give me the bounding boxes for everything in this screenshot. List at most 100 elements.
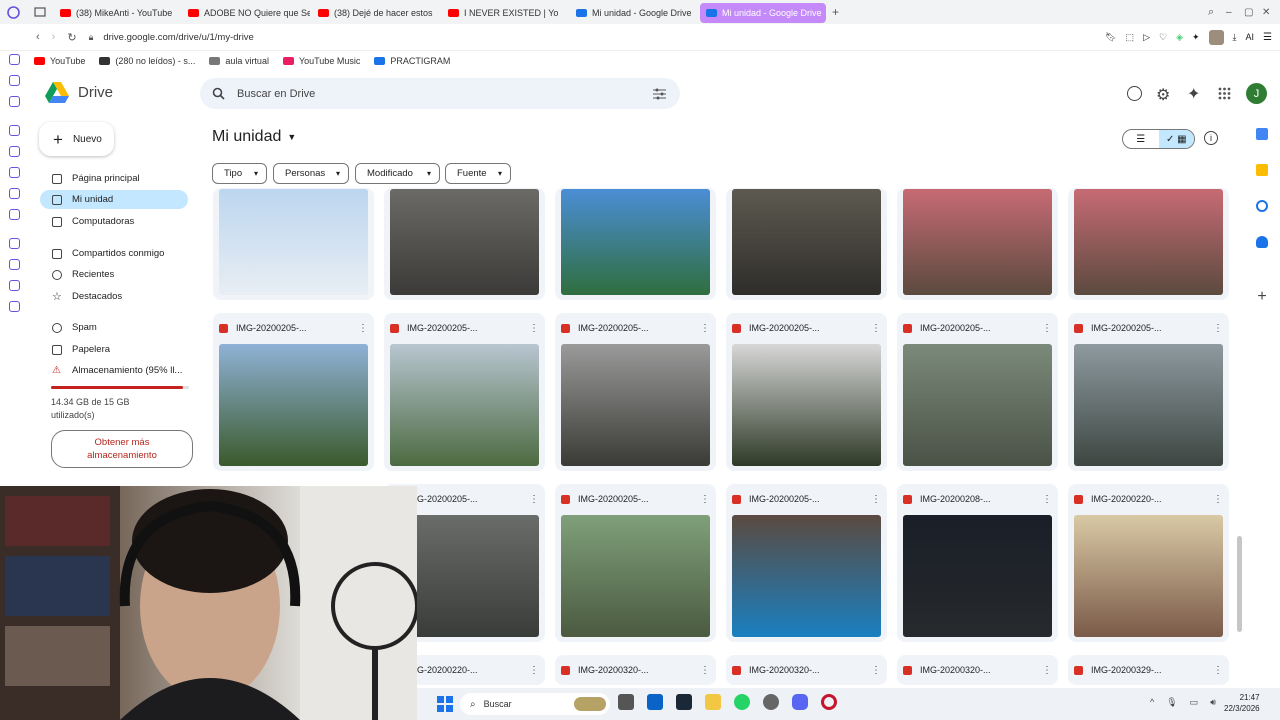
sidebar-item-computers[interactable]: Computadoras (40, 212, 188, 231)
history-icon[interactable] (8, 54, 20, 65)
more-actions-icon[interactable]: ⋮ (529, 665, 539, 676)
search-options-icon[interactable] (653, 88, 666, 100)
file-thumbnail[interactable] (1074, 515, 1223, 637)
volume-icon[interactable]: 🔊︎ (1210, 697, 1216, 708)
file-thumbnail[interactable] (219, 189, 368, 295)
scrollbar-thumb[interactable] (1237, 536, 1242, 632)
bookmark-item[interactable]: (280 no leídos) - s... (99, 56, 195, 66)
file-card[interactable]: IMG-20200205-... ⋮ (213, 313, 374, 471)
browser-menu-dots-icon[interactable]: ☰ (1263, 32, 1272, 43)
new-button[interactable]: + Nuevo (39, 122, 114, 156)
discord-icon[interactable] (792, 694, 808, 710)
sidebar-item-starred[interactable]: ☆ Destacados (40, 287, 188, 306)
calendar-icon[interactable] (1256, 128, 1268, 140)
bookmark-item[interactable]: YouTube (34, 56, 85, 66)
page-title[interactable]: Mi unidad ▼ (212, 128, 296, 146)
list-view-icon[interactable]: ☰ (1123, 130, 1159, 148)
screenshot-icon[interactable]: ⬚ (1126, 32, 1135, 43)
file-thumbnail[interactable] (390, 344, 539, 466)
file-explorer-icon[interactable] (705, 694, 721, 710)
sidebar-item-trash[interactable]: Papelera (40, 340, 188, 359)
help-icon[interactable] (1127, 86, 1142, 101)
steam-icon[interactable] (676, 694, 692, 710)
bookmark-icon[interactable]: 🔖︎ (1105, 32, 1116, 43)
url-text[interactable]: drive.google.com/drive/u/1/my-drive (103, 32, 253, 43)
browser-tab[interactable]: (38) MikeAnti - YouTube (54, 3, 180, 23)
browser-menu-icon[interactable] (0, 2, 26, 22)
profile-photo[interactable] (1208, 29, 1224, 45)
more-actions-icon[interactable]: ⋮ (1213, 323, 1223, 334)
file-card[interactable]: IMG-20200329-... ⋮ (1068, 655, 1229, 685)
reload-icon[interactable]: ↻ (67, 31, 76, 44)
gemini-icon[interactable]: ✦ (1187, 84, 1200, 104)
browser-tab[interactable]: Mi unidad - Google Drive (700, 3, 826, 23)
bookmark-item[interactable]: PRACTIGRAM (374, 56, 450, 66)
mic-icon[interactable]: 🎙︎ (1166, 697, 1177, 708)
task-view-icon[interactable] (618, 694, 634, 710)
puzzle-icon[interactable]: ✦ (1192, 32, 1200, 43)
tasks-icon[interactable] (1256, 200, 1268, 212)
file-card[interactable]: IMG-20200320-... ⋮ (897, 655, 1058, 685)
grid-view-icon[interactable]: ✓ ▦ (1158, 130, 1194, 148)
more-actions-icon[interactable]: ⋮ (529, 323, 539, 334)
file-card[interactable]: IMG-20200320-... ⋮ (726, 655, 887, 685)
search-bar[interactable]: Buscar en Drive (200, 78, 680, 109)
file-card[interactable] (213, 188, 374, 300)
drive-logo[interactable]: Drive (45, 82, 113, 103)
file-thumbnail[interactable] (561, 189, 710, 295)
file-card[interactable] (555, 188, 716, 300)
add-addon-icon[interactable]: + (1244, 288, 1280, 306)
sidebar-item-my-drive[interactable]: Mi unidad (40, 190, 188, 209)
more-actions-icon[interactable]: ⋮ (700, 665, 710, 676)
collections-icon[interactable] (8, 75, 20, 86)
browser-tab[interactable]: Mi unidad - Google Drive (570, 3, 698, 23)
taskbar-clock[interactable]: 21:47 22/3/2026 (1224, 692, 1260, 714)
browser-tab[interactable]: ADOBE NO Quiere que Se (182, 3, 310, 23)
filter-chip[interactable]: Fuente ▾ (445, 163, 511, 184)
more-actions-icon[interactable]: ⋮ (1213, 494, 1223, 505)
close-window-icon[interactable]: ✕ (1262, 7, 1280, 18)
extension-icon[interactable]: ◈ (1176, 32, 1183, 43)
view-toggle[interactable]: ☰ ✓ ▦ (1122, 129, 1195, 149)
heart-icon[interactable]: ♡ (1159, 32, 1167, 43)
file-card[interactable]: IMG-20200320-... ⋮ (555, 655, 716, 685)
apps-grid-icon[interactable] (1218, 87, 1231, 105)
outlook-icon[interactable] (647, 694, 663, 710)
file-card[interactable]: IMG-20200220-... ⋮ (1068, 484, 1229, 642)
windows-start-icon[interactable] (437, 696, 453, 717)
sidebar-item-storage[interactable]: ⚠︎ Almacenamiento (95% ll... (40, 361, 188, 380)
file-thumbnail[interactable] (390, 189, 539, 295)
whatsapp-icon[interactable] (8, 146, 20, 157)
contacts-icon[interactable] (1256, 236, 1268, 248)
get-more-storage-button[interactable]: Obtener más almacenamiento (51, 430, 193, 468)
more-actions-icon[interactable]: ⋮ (700, 323, 710, 334)
more-actions-icon[interactable]: ⋮ (1042, 494, 1052, 505)
filter-chip[interactable]: Modificado ▾ (355, 163, 440, 184)
x-icon[interactable] (8, 188, 20, 199)
more-actions-icon[interactable]: ⋮ (871, 323, 881, 334)
file-card[interactable]: IMG-20200205-... ⋮ (726, 484, 887, 642)
file-thumbnail[interactable] (903, 189, 1052, 295)
git-icon[interactable] (763, 694, 779, 710)
file-card[interactable] (1068, 188, 1229, 300)
restore-icon[interactable]: ▢ (1244, 7, 1262, 18)
file-thumbnail[interactable] (561, 515, 710, 637)
more-actions-icon[interactable]: ⋮ (1213, 665, 1223, 676)
settings-icon[interactable]: ⚙︎ (1156, 85, 1170, 105)
file-card[interactable]: IMG-20200205-... ⋮ (555, 484, 716, 642)
more-actions-icon[interactable]: ⋮ (1042, 323, 1052, 334)
search-tabs-icon[interactable]: ⌕ (1208, 6, 1226, 19)
settings-rail-icon[interactable] (8, 301, 20, 312)
avatar[interactable]: J (1246, 83, 1267, 104)
browser-tab[interactable]: I NEVER EXISTED | Yo (442, 3, 568, 23)
bookmark-item[interactable]: YouTube Music (282, 56, 360, 66)
more-actions-icon[interactable]: ⋮ (700, 494, 710, 505)
back-icon[interactable]: ‹ (36, 31, 40, 43)
more-actions-icon[interactable]: ⋮ (871, 665, 881, 676)
site-info-icon[interactable]: 🔒︎ (89, 32, 94, 43)
file-card[interactable] (897, 188, 1058, 300)
file-card[interactable]: IMG-20200205-... ⋮ (384, 313, 545, 471)
timer-icon[interactable] (8, 259, 20, 270)
file-thumbnail[interactable] (1074, 189, 1223, 295)
sidebar-item-home[interactable]: Página principal (40, 169, 188, 188)
